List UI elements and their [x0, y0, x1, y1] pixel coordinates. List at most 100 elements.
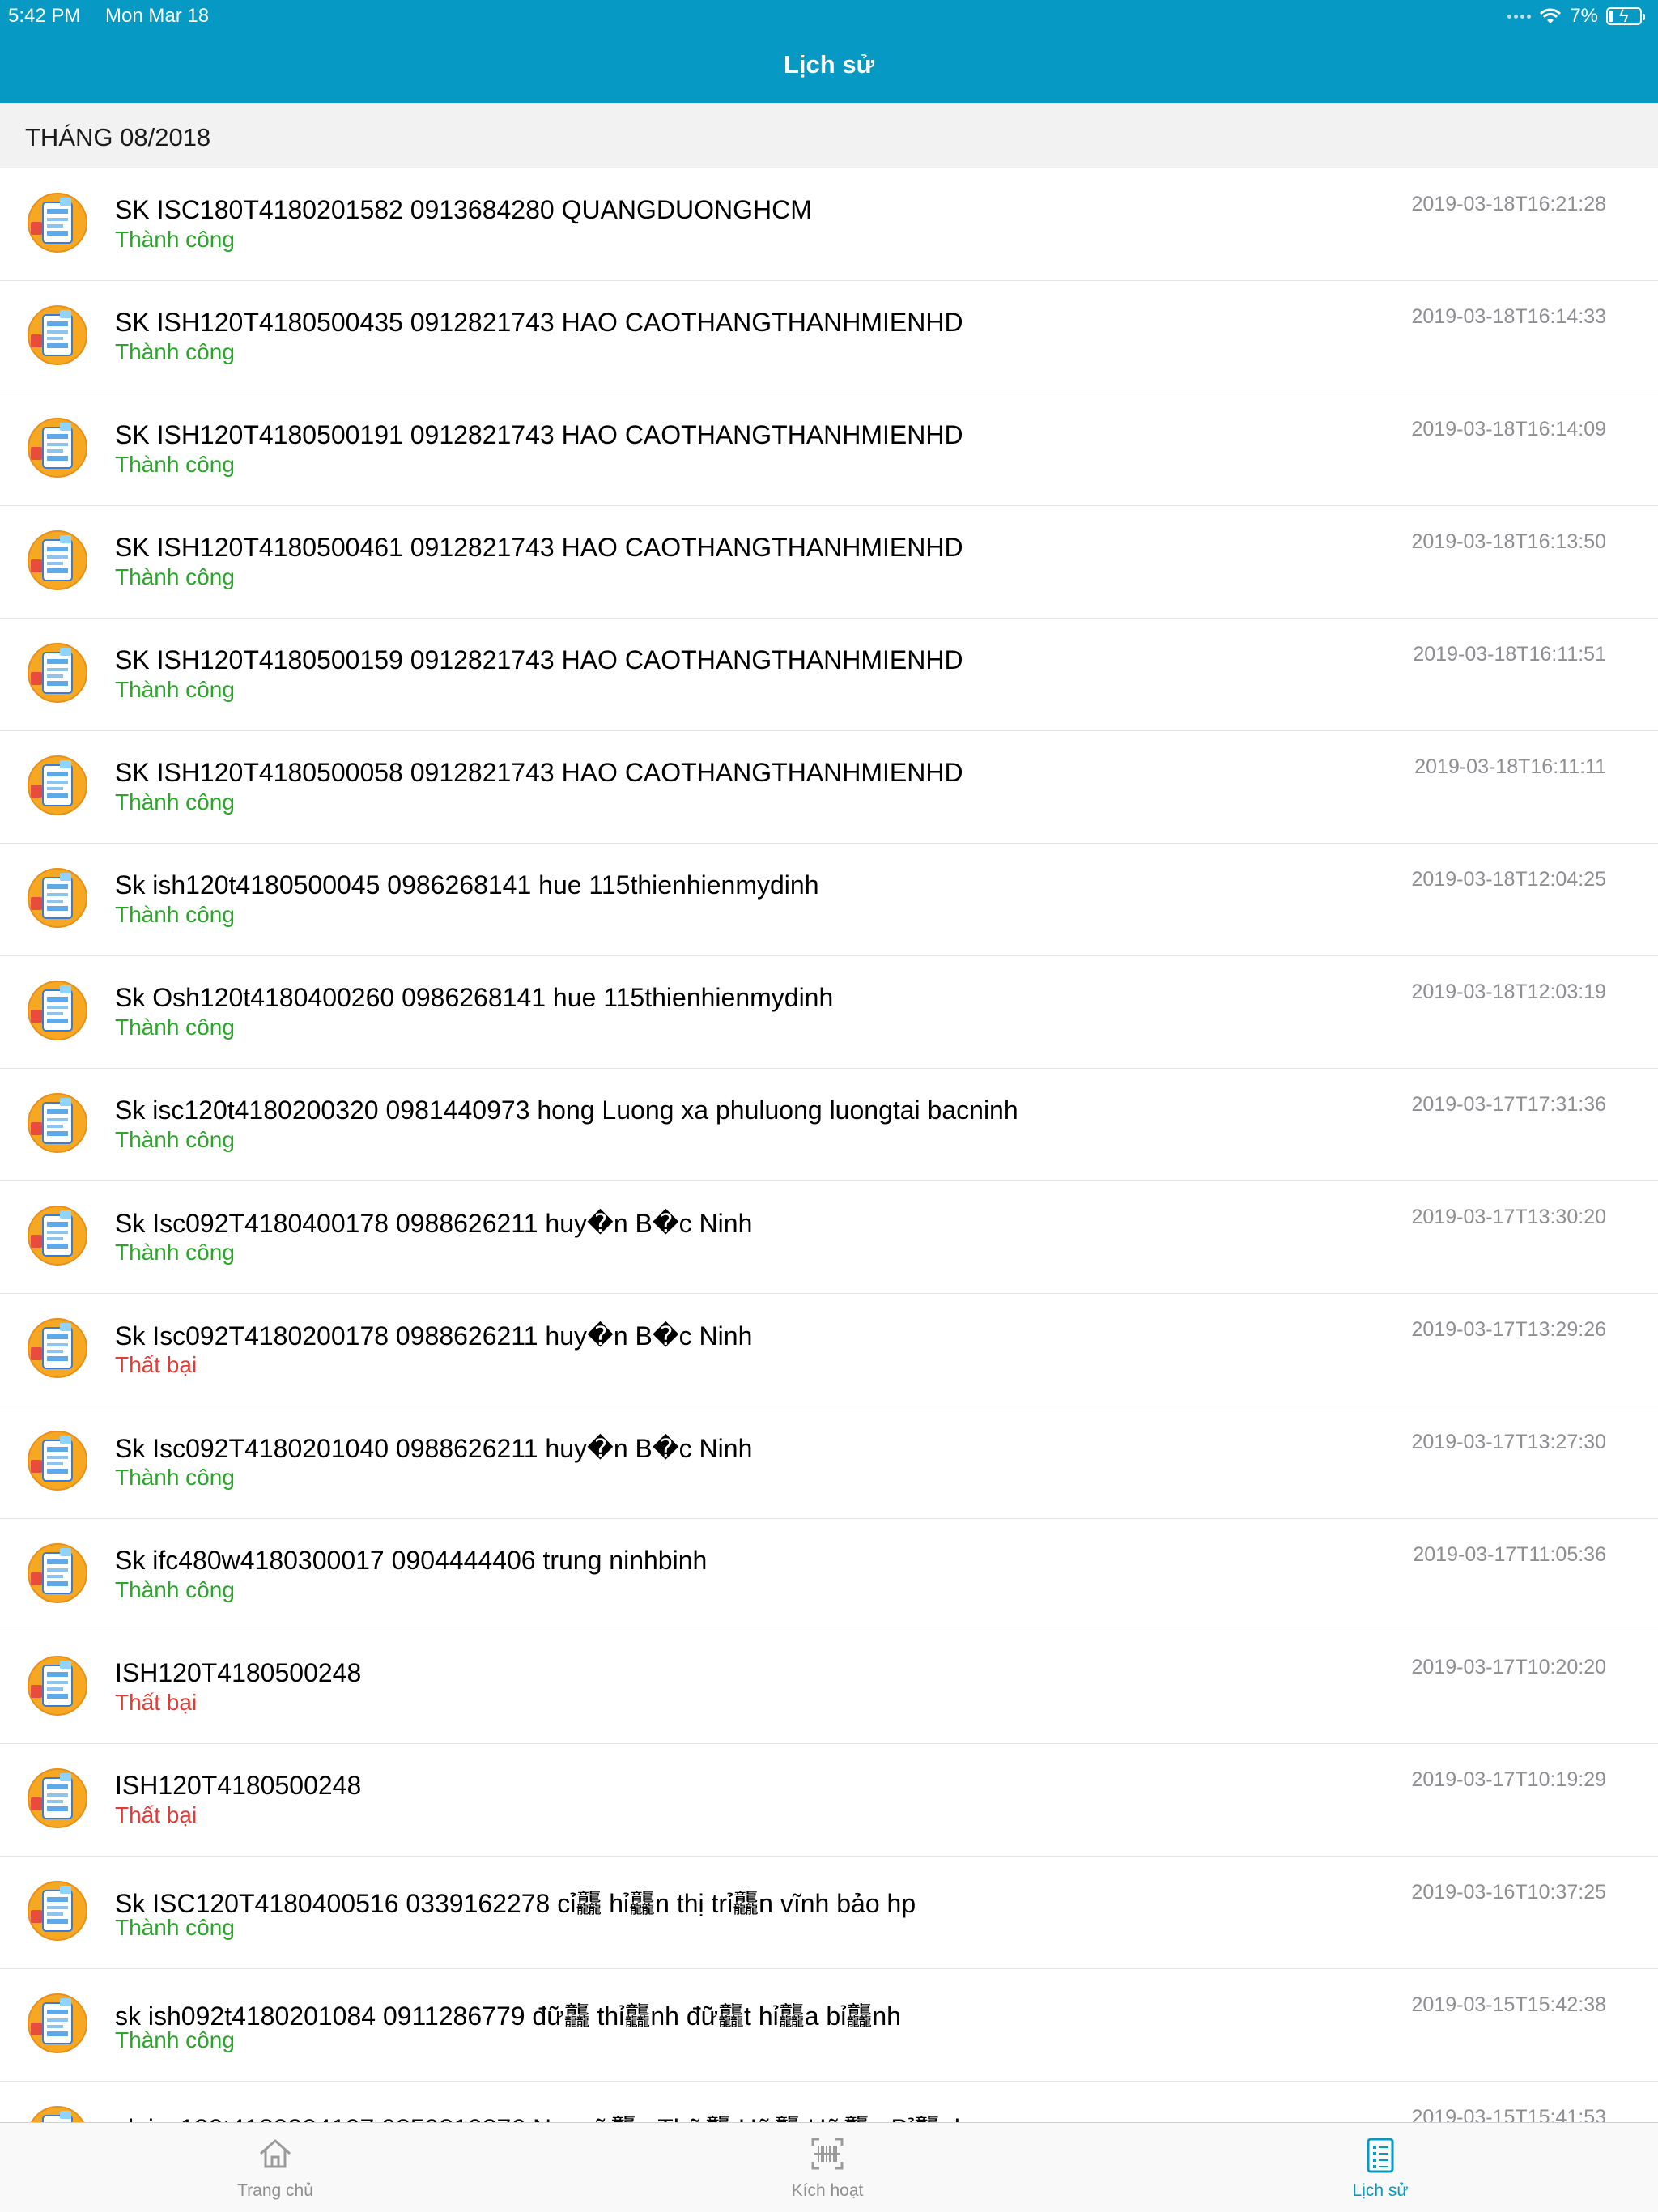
section-header: THÁNG 08/2018	[0, 103, 1658, 168]
tab-label-home: Trang chủ	[237, 2181, 313, 2200]
document-app-icon	[28, 755, 87, 815]
tab-bar: Trang chủ Kích hoạt Lịch sử	[0, 2122, 1658, 2212]
status-time: 5:42 PM	[8, 5, 81, 27]
tab-history[interactable]: Lịch sử	[1259, 2123, 1502, 2212]
row-timestamp: 2019-03-17T10:20:20	[1411, 1656, 1606, 1678]
history-row[interactable]: Sk Isc092T4180201040 0988626211 huy�n B�…	[0, 1406, 1658, 1519]
row-timestamp: 2019-03-17T10:19:29	[1411, 1768, 1606, 1791]
document-app-icon	[28, 1206, 87, 1266]
nav-header: 5:42 PM Mon Mar 18 7% ϟ Lịch sử	[0, 0, 1658, 103]
row-status: Thành công	[115, 339, 235, 364]
row-status: Thành công	[115, 1127, 235, 1152]
row-status: Thành công	[115, 677, 235, 702]
row-status: Thành công	[115, 1915, 235, 1940]
history-row[interactable]: SK ISH120T4180500435 0912821743 HAO CAOT…	[0, 281, 1658, 393]
document-app-icon	[28, 1768, 87, 1828]
document-app-icon	[28, 1543, 87, 1603]
row-title: Sk ifc480w4180300017 0904444406 trung ni…	[115, 1546, 708, 1575]
tab-label-activate: Kích hoạt	[791, 2181, 864, 2200]
history-row[interactable]: Sk Isc092T4180200178 0988626211 huy�n B�…	[0, 1294, 1658, 1406]
row-status: Thất bại	[115, 1802, 198, 1827]
row-status: Thành công	[115, 1240, 235, 1265]
history-row[interactable]: ISH120T4180500248 Thất bại 2019-03-17T10…	[0, 1631, 1658, 1744]
document-app-icon	[28, 981, 87, 1040]
document-app-icon	[28, 868, 87, 928]
history-row[interactable]: sk ish092t4180201084 0911286779 đữ龘 thỉ龘…	[0, 1969, 1658, 2082]
row-title: Sk isc120t4180200320 0981440973 hong Luo…	[115, 1095, 1018, 1125]
history-row[interactable]: SK ISH120T4180500461 0912821743 HAO CAOT…	[0, 506, 1658, 619]
row-status: Thất bại	[115, 1352, 198, 1377]
history-row[interactable]: ISH120T4180500248 Thất bại 2019-03-17T10…	[0, 1744, 1658, 1857]
row-status: Thành công	[115, 902, 235, 927]
status-bar: 5:42 PM Mon Mar 18 7% ϟ	[0, 0, 1658, 32]
row-timestamp: 2019-03-15T15:42:38	[1411, 1993, 1606, 2016]
row-timestamp: 2019-03-18T16:13:50	[1411, 530, 1606, 553]
document-app-icon	[28, 305, 87, 365]
row-status: Thành công	[115, 789, 235, 815]
row-timestamp: 2019-03-16T10:37:25	[1411, 1881, 1606, 1904]
row-title: Sk Isc092T4180400178 0988626211 huy�n B�…	[115, 1209, 753, 1238]
document-app-icon	[28, 1431, 87, 1491]
row-title: Sk Isc092T4180201040 0988626211 huy�n B�…	[115, 1434, 753, 1463]
row-title: ISH120T4180500248	[115, 1771, 362, 1800]
row-timestamp: 2019-03-17T13:30:20	[1411, 1206, 1606, 1228]
row-timestamp: 2019-03-18T16:21:28	[1411, 193, 1606, 215]
barcode-scan-icon	[811, 2138, 844, 2170]
history-row[interactable]: SK ISH120T4180500058 0912821743 HAO CAOT…	[0, 731, 1658, 844]
status-date: Mon Mar 18	[105, 5, 210, 27]
history-row[interactable]: Sk ish120t4180500045 0986268141 hue 115t…	[0, 844, 1658, 956]
document-app-icon	[28, 1093, 87, 1153]
history-row[interactable]: SK ISC180T4180201582 0913684280 QUANGDUO…	[0, 168, 1658, 281]
history-row[interactable]: SK ISH120T4180500159 0912821743 HAO CAOT…	[0, 619, 1658, 731]
document-app-icon	[28, 193, 87, 253]
document-app-icon	[28, 1656, 87, 1716]
history-row[interactable]: Sk Isc092T4180400178 0988626211 huy�n B�…	[0, 1181, 1658, 1294]
tab-home[interactable]: Trang chủ	[154, 2123, 397, 2212]
row-title: SK ISH120T4180500461 0912821743 HAO CAOT…	[115, 533, 963, 562]
page-title: Lịch sử	[783, 50, 875, 79]
tab-label-history: Lịch sử	[1352, 2181, 1409, 2200]
document-app-icon	[28, 530, 87, 590]
row-timestamp: 2019-03-17T13:27:30	[1411, 1431, 1606, 1453]
wifi-icon	[1540, 8, 1562, 23]
tab-activate[interactable]: Kích hoạt	[706, 2123, 949, 2212]
signal-dots-icon	[1507, 14, 1532, 19]
row-title: Sk Osh120t4180400260 0986268141 hue 115t…	[115, 983, 834, 1012]
row-status: Thành công	[115, 1577, 235, 1602]
document-app-icon	[28, 1993, 87, 2053]
document-app-icon	[28, 1318, 87, 1378]
row-title: SK ISH120T4180500191 0912821743 HAO CAOT…	[115, 420, 963, 449]
history-row[interactable]: Sk isc120t4180200320 0981440973 hong Luo…	[0, 1069, 1658, 1181]
row-title: Sk Isc092T4180200178 0988626211 huy�n B�…	[115, 1321, 753, 1351]
row-title: Sk ISC120T4180400516 0339162278 cỉ龘 hỉ龘n…	[115, 1889, 916, 1918]
row-status: Thành công	[115, 227, 235, 252]
row-timestamp: 2019-03-18T12:04:25	[1411, 868, 1606, 891]
history-row[interactable]: Sk ISC120T4180400516 0339162278 cỉ龘 hỉ龘n…	[0, 1857, 1658, 1969]
battery-icon: ϟ	[1606, 6, 1645, 26]
row-status: Thành công	[115, 452, 235, 477]
history-list[interactable]: SK ISC180T4180201582 0913684280 QUANGDUO…	[0, 168, 1658, 2122]
row-timestamp: 2019-03-18T16:14:33	[1411, 305, 1606, 328]
row-timestamp: 2019-03-17T17:31:36	[1411, 1093, 1606, 1116]
row-timestamp: 2019-03-18T12:03:19	[1411, 981, 1606, 1003]
history-row[interactable]: Sk ifc480w4180300017 0904444406 trung ni…	[0, 1519, 1658, 1631]
row-title: SK ISH120T4180500159 0912821743 HAO CAOT…	[115, 645, 963, 674]
history-row[interactable]: sk isc120t4180204107 0859810876 Nguyữ龘n …	[0, 2082, 1658, 2122]
row-timestamp: 2019-03-18T16:11:11	[1414, 755, 1606, 778]
document-app-icon	[28, 1881, 87, 1941]
home-icon	[260, 2139, 291, 2168]
document-list-icon	[1367, 2138, 1394, 2173]
document-app-icon	[31, 2106, 84, 2122]
row-timestamp: 2019-03-17T11:05:36	[1413, 1543, 1606, 1566]
row-status: Thành công	[115, 1015, 235, 1040]
row-timestamp: 2019-03-15T15:41:53	[1411, 2106, 1606, 2122]
history-row[interactable]: SK ISH120T4180500191 0912821743 HAO CAOT…	[0, 393, 1658, 506]
document-app-icon	[28, 418, 87, 478]
history-row[interactable]: Sk Osh120t4180400260 0986268141 hue 115t…	[0, 956, 1658, 1069]
row-title: sk isc120t4180204107 0859810876 Nguyữ龘n …	[115, 2108, 969, 2122]
document-app-icon	[28, 643, 87, 703]
row-status: Thành công	[115, 2027, 235, 2052]
row-status: Thành công	[115, 564, 235, 589]
row-title: Sk ish120t4180500045 0986268141 hue 115t…	[115, 870, 819, 900]
row-timestamp: 2019-03-17T13:29:26	[1411, 1318, 1606, 1341]
